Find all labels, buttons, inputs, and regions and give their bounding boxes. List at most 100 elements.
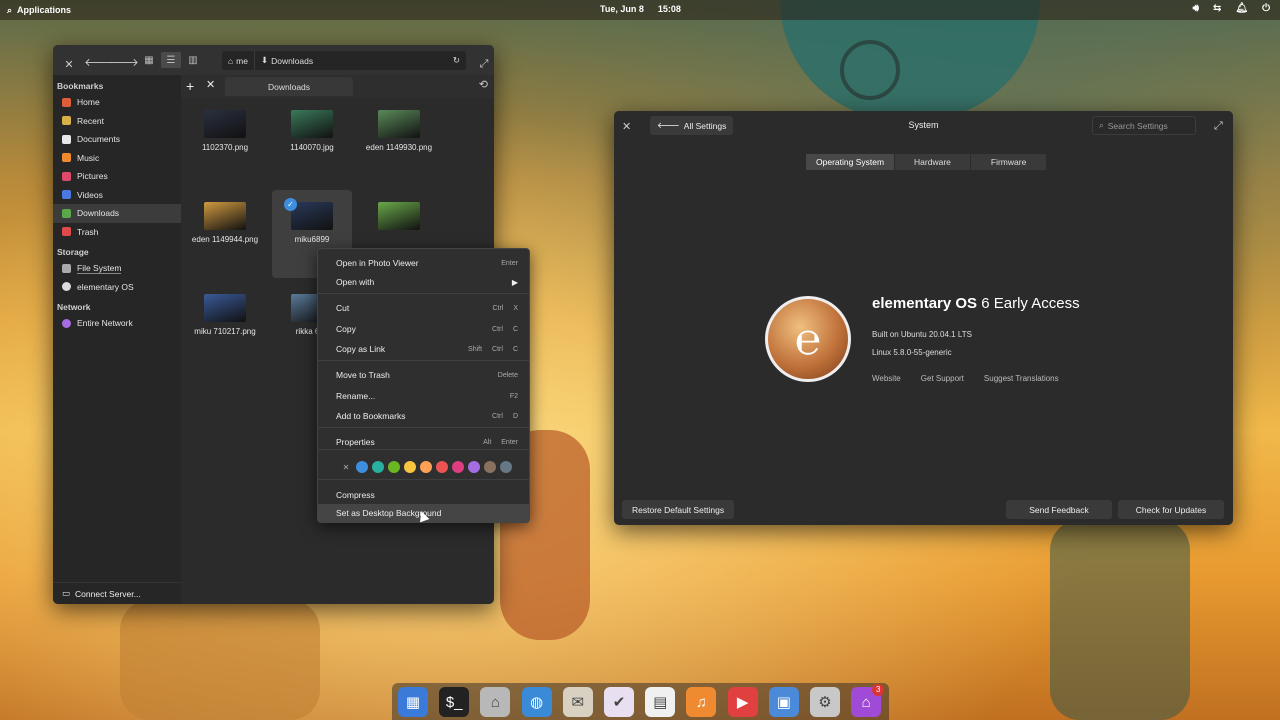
color-tag-swatch[interactable] xyxy=(372,461,384,473)
dock-music-icon[interactable]: ♫ xyxy=(686,687,717,717)
close-tab-icon[interactable]: ✕ xyxy=(206,78,215,91)
sidebar-item-file-system[interactable]: File System xyxy=(53,259,181,278)
search-settings-input[interactable]: ⌕ Search Settings xyxy=(1092,116,1196,135)
top-panel: ⌕ Applications Tue, Jun 8 15:08 🔊︎ ⇆ 🔔︎ … xyxy=(0,0,1280,20)
time-label: 15:08 xyxy=(657,4,681,14)
column-view-icon[interactable]: ▥ xyxy=(183,52,203,68)
file-item[interactable]: eden 1149944.png xyxy=(185,190,265,244)
list-view-icon[interactable]: ☰ xyxy=(161,52,181,68)
file-name: miku 710217.png xyxy=(194,327,256,336)
dock-calendar-icon[interactable]: ▤ xyxy=(645,687,676,717)
menu-item-move-to-trash[interactable]: Move to Trash Delete xyxy=(318,366,529,384)
color-tag-swatch[interactable] xyxy=(484,461,496,473)
menu-item-rename[interactable]: Rename... F2 xyxy=(318,387,529,405)
menu-item-open-with[interactable]: Open with ▶ xyxy=(318,273,529,291)
history-icon[interactable]: ⟲ xyxy=(479,78,488,91)
connect-server-button[interactable]: ▭ Connect Server... xyxy=(53,582,181,604)
dock-terminal-icon[interactable]: $_ xyxy=(439,687,470,717)
selected-check-icon[interactable]: ✓ xyxy=(284,198,297,211)
sidebar-item-home[interactable]: Home xyxy=(53,93,181,112)
forward-arrow-icon[interactable]: 🡒 xyxy=(109,52,139,72)
dock-tasks-icon[interactable]: ✔ xyxy=(604,687,634,717)
system-tray: 🔊︎ ⇆ 🔔︎ ⏻ xyxy=(1193,3,1270,14)
tab-hardware[interactable]: Hardware xyxy=(895,154,971,170)
dock-web-browser-icon[interactable]: ◍ xyxy=(521,687,552,717)
send-feedback-button[interactable]: Send Feedback xyxy=(1006,500,1112,519)
dock-mail-icon[interactable]: ✉ xyxy=(562,687,593,717)
path-bar[interactable]: ⌂ me ⬇ Downloads ↻ xyxy=(222,51,466,70)
file-item[interactable]: miku 710217.png xyxy=(185,282,265,336)
breadcrumb-downloads[interactable]: ⬇ Downloads xyxy=(253,51,319,70)
menu-item-open-in-photo-viewer[interactable]: Open in Photo Viewer Enter xyxy=(318,254,529,272)
grid-view-icon[interactable]: ▦ xyxy=(139,52,159,68)
menu-item-cut[interactable]: Cut Ctrl X xyxy=(318,299,529,317)
sidebar-item-recent[interactable]: Recent xyxy=(53,112,181,131)
dock-glyph: ⚙ xyxy=(818,694,832,711)
color-tag-swatch[interactable] xyxy=(436,461,448,473)
color-tag-swatch[interactable] xyxy=(404,461,416,473)
menu-item-copy[interactable]: Copy Ctrl C xyxy=(318,320,529,338)
dock-files-icon[interactable]: ⌂ xyxy=(480,687,511,717)
file-item[interactable]: 1140070.jpg xyxy=(272,98,352,152)
restore-defaults-button[interactable]: Restore Default Settings xyxy=(622,500,735,519)
check-updates-button[interactable]: Check for Updates xyxy=(1118,500,1224,519)
color-tag-swatch[interactable] xyxy=(468,461,480,473)
menu-item-add-to-bookmarks[interactable]: Add to Bookmarks Ctrl D xyxy=(318,407,529,425)
dock-system-settings-icon[interactable]: ⚙ xyxy=(810,687,840,717)
file-name: 1140070.jpg xyxy=(290,143,334,152)
tab-downloads[interactable]: Downloads xyxy=(225,77,353,96)
tab-operating-system[interactable]: Operating System xyxy=(806,154,896,170)
add-tab-icon[interactable]: + xyxy=(186,78,194,94)
menu-item-accelerator: Ctrl C xyxy=(492,326,518,333)
sidebar-item-downloads[interactable]: Downloads xyxy=(53,204,181,223)
file-item[interactable]: 1102370.png xyxy=(185,98,265,152)
website-link[interactable]: Website xyxy=(872,374,901,383)
color-tag-swatch[interactable] xyxy=(356,461,368,473)
maximize-icon[interactable]: ⤢ xyxy=(474,54,494,74)
file-item[interactable]: eden 1149930.png xyxy=(359,98,439,152)
menu-item-compress[interactable]: Compress xyxy=(318,486,529,504)
applications-menu[interactable]: ⌕ Applications xyxy=(7,5,71,16)
sidebar-item-elementary-os[interactable]: elementary OS xyxy=(53,278,181,297)
color-tag-swatch[interactable] xyxy=(452,461,464,473)
volume-icon[interactable]: 🔊︎ xyxy=(1193,3,1199,14)
dock-appcenter-icon[interactable]: ⌂ 3 xyxy=(851,684,885,717)
sidebar-item-entire-network[interactable]: Entire Network xyxy=(53,314,181,333)
datetime-indicator[interactable]: Tue, Jun 8 15:08 xyxy=(600,4,681,14)
tab-bar: + ✕ Downloads ⟲ xyxy=(181,75,494,98)
dock-videos-icon[interactable]: ▶ xyxy=(727,687,758,717)
back-arrow-icon[interactable]: 🡐 xyxy=(84,52,114,72)
breadcrumb-home[interactable]: ⌂ me xyxy=(222,51,254,70)
connect-server-label: Connect Server... xyxy=(75,588,141,599)
menu-item-accelerator: Delete xyxy=(498,372,518,379)
accelerator-key: Ctrl xyxy=(492,412,503,420)
clear-color-icon[interactable]: ✕ xyxy=(340,463,352,472)
suggest-translations-link[interactable]: Suggest Translations xyxy=(984,374,1059,383)
color-tag-swatch[interactable] xyxy=(420,461,432,473)
sidebar-item-documents[interactable]: Documents xyxy=(53,130,181,149)
search-icon: ⌕ xyxy=(7,4,13,15)
sidebar-item-music[interactable]: Music xyxy=(53,149,181,168)
dock-photos-icon[interactable]: ▣ xyxy=(768,687,799,717)
close-icon[interactable]: ✕ xyxy=(59,54,79,74)
accelerator-key: Enter xyxy=(501,259,518,267)
file-item[interactable] xyxy=(359,190,439,235)
color-tag-swatch[interactable] xyxy=(388,461,400,473)
sidebar-item-pictures[interactable]: Pictures xyxy=(53,167,181,186)
accelerator-key: Enter xyxy=(501,438,518,446)
accelerator-key: C xyxy=(512,325,518,333)
refresh-icon[interactable]: ↻ xyxy=(453,55,460,66)
notifications-icon[interactable]: 🔔︎ xyxy=(1235,3,1248,14)
color-tag-swatch[interactable] xyxy=(500,461,512,473)
dock-glyph: ✉ xyxy=(571,694,585,711)
menu-item-label: Open in Photo Viewer xyxy=(336,258,419,268)
sidebar-item-videos[interactable]: Videos xyxy=(53,186,181,205)
network-icon[interactable]: ⇆ xyxy=(1213,3,1221,14)
tab-firmware[interactable]: Firmware xyxy=(970,154,1048,170)
dock-multitasking-view-icon[interactable]: ▦ xyxy=(398,687,428,717)
power-icon[interactable]: ⏻ xyxy=(1262,3,1270,14)
maximize-icon[interactable]: ⤢ xyxy=(1214,120,1223,133)
menu-item-copy-as-link[interactable]: Copy as Link Shift Ctrl C xyxy=(318,340,529,358)
sidebar-item-trash[interactable]: Trash xyxy=(53,223,181,242)
get-support-link[interactable]: Get Support xyxy=(921,374,964,383)
